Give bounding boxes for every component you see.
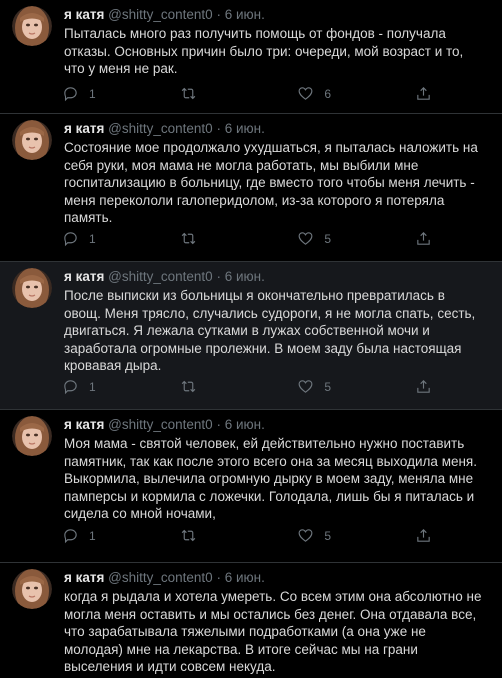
tweet-actions: 1 5: [62, 527, 432, 544]
header-separator: ·: [216, 269, 221, 284]
retweet-button[interactable]: [180, 230, 260, 247]
avatar[interactable]: [12, 268, 52, 308]
avatar[interactable]: [12, 6, 52, 46]
author-name[interactable]: я катя: [64, 570, 104, 585]
tweet-date[interactable]: 6 июн.: [225, 570, 265, 585]
author-handle[interactable]: @shitty_content0: [108, 7, 213, 22]
tweet-header: я катя @shitty_content0 · 6 июн.: [64, 416, 490, 434]
retweet-icon: [181, 380, 195, 393]
retweet-button[interactable]: [180, 527, 260, 544]
tweet-body: я катя @shitty_content0 · 6 июн. когда я…: [62, 569, 490, 678]
tweet-text: Пыталась много раз получить помощь от фо…: [64, 26, 464, 76]
like-icon: [298, 529, 313, 542]
tweet-date[interactable]: 6 июн.: [225, 269, 265, 284]
like-count: 5: [324, 379, 331, 394]
like-count: 5: [324, 528, 331, 543]
tweet-text: когда я рыдала и хотела умереть. Со всем…: [64, 589, 482, 674]
author-handle[interactable]: @shitty_content0: [108, 570, 213, 585]
like-count: 5: [324, 231, 331, 246]
tweet-actions: 1 6: [62, 85, 432, 102]
reply-icon: [64, 529, 77, 544]
author-handle[interactable]: @shitty_content0: [108, 417, 213, 432]
reply-icon: [64, 232, 77, 247]
tweet[interactable]: я катя @shitty_content0 · 6 июн. Пыталас…: [0, 0, 502, 114]
reply-button[interactable]: 1: [62, 527, 142, 544]
header-separator: ·: [216, 121, 221, 136]
avatar-column: [12, 416, 62, 562]
avatar[interactable]: [12, 120, 52, 160]
header-separator: ·: [216, 417, 221, 432]
share-icon: [417, 529, 430, 542]
like-button[interactable]: 5: [297, 378, 377, 395]
tweet-header: я катя @shitty_content0 · 6 июн.: [64, 120, 490, 138]
retweet-icon: [181, 529, 195, 542]
tweet[interactable]: я катя @shitty_content0 · 6 июн. Моя мам…: [0, 410, 502, 563]
tweet-text: Состояние мое продолжало ухудшаться, я п…: [64, 140, 478, 225]
retweet-button[interactable]: [180, 378, 260, 395]
reply-icon: [64, 87, 77, 102]
reply-button[interactable]: 1: [62, 230, 142, 247]
like-count: 6: [324, 86, 331, 101]
share-button[interactable]: [415, 85, 432, 102]
tweet[interactable]: я катя @shitty_content0 · 6 июн. Состоян…: [0, 114, 502, 262]
share-icon: [417, 232, 430, 245]
share-icon: [417, 87, 430, 100]
author-name[interactable]: я катя: [64, 121, 104, 136]
tweet[interactable]: я катя @shitty_content0 · 6 июн. После в…: [0, 262, 502, 410]
reply-button[interactable]: 1: [62, 85, 142, 102]
author-handle[interactable]: @shitty_content0: [108, 269, 213, 284]
avatar[interactable]: [12, 416, 52, 456]
author-name[interactable]: я катя: [64, 417, 104, 432]
retweet-icon: [181, 232, 195, 245]
timeline: я катя @shitty_content0 · 6 июн. Пыталас…: [0, 0, 502, 678]
avatar-column: [12, 569, 62, 678]
avatar-column: [12, 268, 62, 409]
tweet-text: Моя мама - святой человек, ей действител…: [64, 436, 477, 521]
author-name[interactable]: я катя: [64, 269, 104, 284]
tweet-actions: 1 5: [62, 230, 432, 247]
share-icon: [417, 380, 430, 393]
like-button[interactable]: 5: [297, 527, 377, 544]
reply-count: 1: [89, 379, 96, 394]
like-icon: [298, 380, 313, 393]
reply-count: 1: [89, 231, 96, 246]
tweet-actions: 1 5: [62, 378, 432, 395]
retweet-icon: [181, 87, 195, 100]
tweet-date[interactable]: 6 июн.: [225, 121, 265, 136]
like-icon: [298, 232, 313, 245]
reply-button[interactable]: 1: [62, 378, 142, 395]
like-button[interactable]: 6: [297, 85, 377, 102]
avatar-column: [12, 120, 62, 261]
tweet-date[interactable]: 6 июн.: [225, 417, 265, 432]
tweet-header: я катя @shitty_content0 · 6 июн.: [64, 6, 490, 24]
reply-icon: [64, 380, 77, 395]
header-separator: ·: [216, 570, 221, 585]
like-button[interactable]: 5: [297, 230, 377, 247]
tweet-date[interactable]: 6 июн.: [225, 7, 265, 22]
tweet-header: я катя @shitty_content0 · 6 июн.: [64, 268, 490, 286]
tweet-text: После выписки из больницы я окончательно…: [64, 288, 476, 373]
share-button[interactable]: [415, 527, 432, 544]
author-handle[interactable]: @shitty_content0: [108, 121, 213, 136]
retweet-button[interactable]: [180, 85, 260, 102]
avatar[interactable]: [12, 569, 52, 609]
avatar-column: [12, 6, 62, 113]
share-button[interactable]: [415, 230, 432, 247]
tweet[interactable]: я катя @shitty_content0 · 6 июн. когда я…: [0, 563, 502, 678]
like-icon: [298, 87, 313, 100]
reply-count: 1: [89, 528, 96, 543]
author-name[interactable]: я катя: [64, 7, 104, 22]
tweet-header: я катя @shitty_content0 · 6 июн.: [64, 569, 490, 587]
header-separator: ·: [216, 7, 221, 22]
reply-count: 1: [89, 86, 96, 101]
share-button[interactable]: [415, 378, 432, 395]
